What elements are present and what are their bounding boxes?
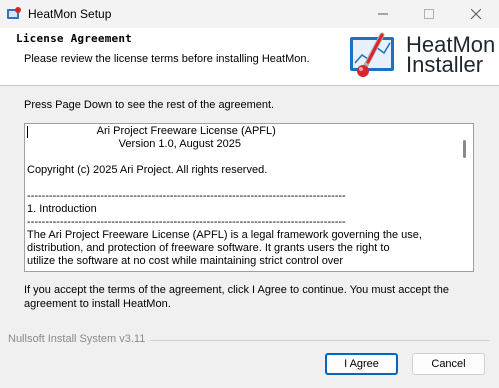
- license-text: Ari Project Freeware License (APFL) Vers…: [27, 125, 422, 267]
- thermometer-logo-icon: [350, 32, 394, 77]
- window-title: HeatMon Setup: [28, 7, 112, 21]
- heatmon-installer-logo: HeatMon Installer: [346, 29, 496, 83]
- close-icon: [471, 9, 481, 19]
- installer-app-icon: [7, 7, 21, 19]
- maximize-icon: [424, 9, 434, 19]
- license-text-box[interactable]: Ari Project Freeware License (APFL) Vers…: [24, 123, 474, 272]
- page-title: License Agreement: [16, 32, 132, 45]
- close-button[interactable]: [453, 0, 499, 28]
- license-scrollbar[interactable]: [457, 124, 473, 271]
- minimize-button[interactable]: [360, 0, 406, 28]
- cancel-button[interactable]: Cancel: [412, 353, 485, 375]
- scroll-instruction: Press Page Down to see the rest of the a…: [24, 99, 275, 111]
- nsis-branding: Nullsoft Install System v3.11: [8, 333, 146, 345]
- minimize-icon: [378, 13, 388, 15]
- maximize-button[interactable]: [406, 0, 452, 28]
- title-bar: HeatMon Setup: [0, 0, 499, 28]
- page-subtitle: Please review the license terms before i…: [24, 53, 310, 65]
- footer-divider: [150, 340, 490, 341]
- i-agree-button[interactable]: I Agree: [325, 353, 398, 375]
- scrollbar-thumb[interactable]: [463, 140, 466, 158]
- header-panel: License Agreement Please review the lice…: [0, 28, 499, 86]
- accept-instructions: If you accept the terms of the agreement…: [24, 284, 449, 310]
- logo-text-installer: Installer: [406, 52, 484, 77]
